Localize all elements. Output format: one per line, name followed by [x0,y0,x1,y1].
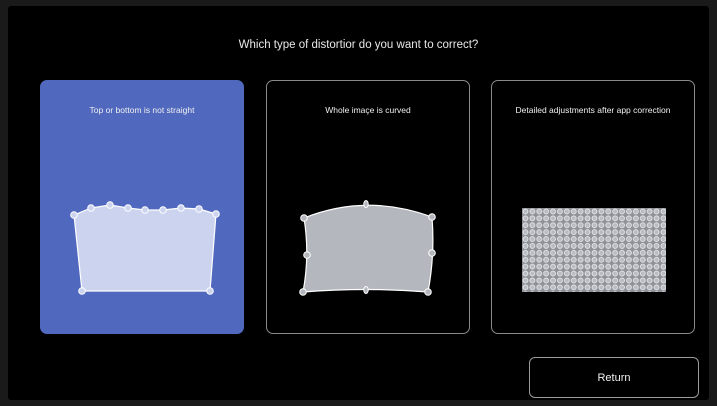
page-title: Which type of distortior do you want to … [238,39,479,51]
grid-adjustment-illustration [522,208,666,292]
return-button[interactable]: Return [529,357,699,398]
option-whole-image-curved[interactable]: Whole imaçe is curved [266,80,470,334]
curved-distortion-illustration [299,200,436,296]
distortion-correction-screen: Which type of distortior do you want to … [8,6,709,400]
option-top-bottom-not-straight[interactable]: Top or bottom is not straight [40,80,244,334]
top-bottom-distortion-illustration [70,201,220,295]
option-detailed-adjustments[interactable]: Detailed adjustments after app correctio… [491,80,695,334]
